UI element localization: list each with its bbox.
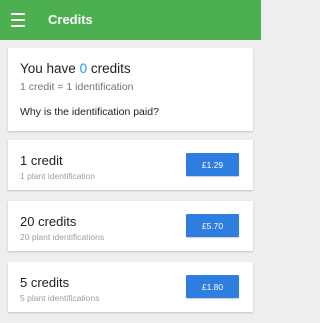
credits-count: 0 — [79, 61, 88, 76]
offer-card-20-credits: 20 credits 20 plant identifications £5.7… — [8, 201, 253, 251]
offer-card-1-credit: 1 credit 1 plant identification £1.29 — [8, 140, 253, 190]
buy-1-credit-button[interactable]: £1.29 — [186, 153, 239, 176]
offer-card-5-credits: 5 credits 5 plant identifications £1.80 — [8, 262, 253, 312]
offer-subtitle: 5 plant identifications — [20, 293, 100, 303]
credit-rate-text: 1 credit = 1 identification — [20, 81, 134, 93]
credits-balance: You have 0 credits — [20, 61, 131, 76]
why-paid-link[interactable]: Why is the identification paid? — [20, 106, 159, 118]
offer-subtitle: 1 plant identification — [20, 171, 96, 181]
buy-20-credits-button[interactable]: £5.70 — [186, 214, 239, 237]
app-bar: Credits — [0, 0, 261, 40]
credits-balance-prefix: You have — [20, 61, 80, 76]
credits-summary-card: You have 0 credits 1 credit = 1 identifi… — [8, 48, 253, 131]
offer-title: 20 credits — [20, 214, 77, 229]
credits-balance-suffix: credits — [87, 61, 131, 76]
offer-title: 5 credits — [20, 275, 70, 290]
buy-5-credits-button[interactable]: £1.80 — [186, 275, 239, 298]
offer-title: 1 credit — [20, 153, 63, 168]
offer-subtitle: 20 plant identifications — [20, 232, 105, 242]
page-title: Credits — [48, 12, 93, 27]
hamburger-menu-icon[interactable] — [11, 13, 25, 27]
